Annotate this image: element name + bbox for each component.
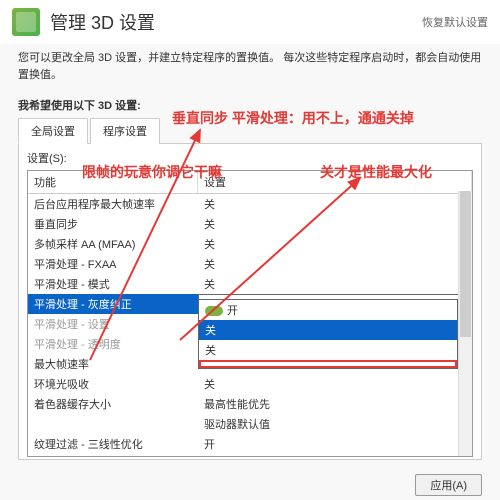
table-row[interactable]: 环境光吸收关 <box>28 374 472 394</box>
row-feature: 平滑处理 - 模式 <box>28 274 198 294</box>
restore-defaults-link[interactable]: 恢复默认设置 <box>422 14 488 30</box>
tab-bar: 全局设置 程序设置 <box>18 117 482 144</box>
row-value[interactable]: 关 <box>198 274 472 294</box>
scrollbar-thumb[interactable] <box>460 191 471 337</box>
tab-global[interactable]: 全局设置 <box>18 118 88 144</box>
row-feature: 平滑处理 - 设置 <box>28 314 198 334</box>
table-row[interactable]: 垂直同步关 <box>28 214 472 234</box>
dropdown-option-off2[interactable]: 关 <box>199 340 457 360</box>
row-value[interactable]: 关 <box>198 194 472 214</box>
row-feature: 平滑处理 - FXAA <box>28 254 198 274</box>
description-text: 您可以更改全局 3D 设置，并建立特定程序的置换值。 每次这些特定程序启动时，都… <box>0 44 500 87</box>
scrollbar[interactable] <box>458 191 472 456</box>
header: 管理 3D 设置 恢复默认设置 <box>0 0 500 44</box>
dropdown-option-off[interactable]: 关 <box>199 320 457 340</box>
table-row[interactable]: 驱动器默认值 <box>28 414 472 434</box>
nvidia-logo-icon <box>12 8 40 36</box>
row-value[interactable]: 最高性能优先 <box>198 394 472 414</box>
value-dropdown[interactable]: 开 关 关 <box>198 299 458 369</box>
table-row[interactable]: 着色器缓存大小最高性能优先 <box>28 394 472 414</box>
page-title: 管理 3D 设置 <box>50 9 155 35</box>
row-feature: 平滑处理 - 灰度纠正 <box>28 294 198 314</box>
dropdown-option-on[interactable]: 开 <box>199 300 457 320</box>
col-setting[interactable]: 设置 <box>198 171 472 193</box>
footer: 应用(A) <box>415 474 482 496</box>
settings-panel: 设置(S): 功能 设置 后台应用程序最大帧速率关垂直同步关多帧采样 AA (M… <box>18 144 482 460</box>
table-row[interactable]: 纹理过滤 - 各向异性采样优化开 <box>28 454 472 456</box>
col-feature[interactable]: 功能 <box>28 171 198 193</box>
tab-program[interactable]: 程序设置 <box>90 118 160 144</box>
table-row[interactable]: 平滑处理 - 模式关 <box>28 274 472 294</box>
row-feature: 纹理过滤 - 三线性优化 <box>28 434 198 454</box>
table-row[interactable]: 纹理过滤 - 三线性优化开 <box>28 434 472 454</box>
row-value[interactable]: 开 <box>198 434 472 454</box>
row-value[interactable]: 关 <box>198 214 472 234</box>
settings-table: 功能 设置 后台应用程序最大帧速率关垂直同步关多帧采样 AA (MFAA)关平滑… <box>27 170 473 457</box>
table-row[interactable]: 平滑处理 - FXAA关 <box>28 254 472 274</box>
settings-label: 设置(S): <box>27 150 67 166</box>
row-feature: 着色器缓存大小 <box>28 394 198 414</box>
row-value[interactable]: 关 <box>198 254 472 274</box>
row-value[interactable]: 关 <box>198 234 472 254</box>
apply-button[interactable]: 应用(A) <box>415 474 482 496</box>
row-value[interactable]: 驱动器默认值 <box>198 414 472 434</box>
row-feature: 多帧采样 AA (MFAA) <box>28 234 198 254</box>
table-row[interactable]: 多帧采样 AA (MFAA)关 <box>28 234 472 254</box>
row-feature: 纹理过滤 - 各向异性采样优化 <box>28 454 198 456</box>
row-feature <box>28 422 198 426</box>
row-feature: 环境光吸收 <box>28 374 198 394</box>
dropdown-option-empty[interactable] <box>199 360 457 368</box>
row-feature: 平滑处理 - 透明度 <box>28 334 198 354</box>
toggle-on-icon <box>205 306 223 316</box>
row-feature: 后台应用程序最大帧速率 <box>28 194 198 214</box>
row-feature: 垂直同步 <box>28 214 198 234</box>
row-value[interactable]: 关 <box>198 374 472 394</box>
row-value[interactable]: 开 <box>198 454 472 456</box>
table-header: 功能 设置 <box>28 171 472 194</box>
section-label: 我希望使用以下 3D 设置: <box>0 87 500 117</box>
row-feature: 最大帧速率 <box>28 354 198 374</box>
table-row[interactable]: 后台应用程序最大帧速率关 <box>28 194 472 214</box>
